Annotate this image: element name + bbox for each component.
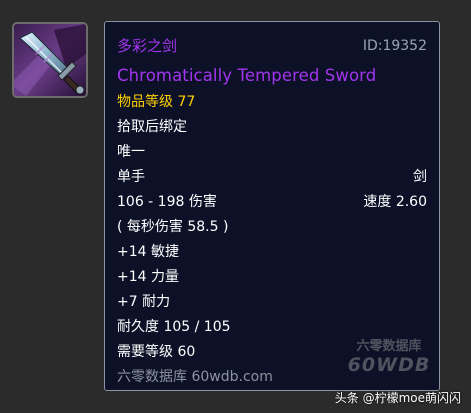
stat-row: +7 耐力 — [117, 290, 427, 315]
speed-text: 速度 2.60 — [363, 194, 427, 210]
required-level-text: 需要等级 60 — [117, 344, 196, 360]
item-name-en: Chromatically Tempered Sword — [117, 66, 377, 85]
damage-text: 106 - 198 伤害 — [117, 194, 217, 210]
watermark-cn: 六零数据库 — [356, 339, 422, 354]
item-level-row: 物品等级 77 — [117, 90, 427, 115]
watermark-en: 60WDB — [347, 353, 431, 376]
durability-row: 耐久度 105 / 105 — [117, 315, 427, 340]
stat-stamina: +7 耐力 — [117, 294, 171, 310]
slot-text: 单手 — [117, 169, 145, 185]
damage-row: 106 - 198 伤害 速度 2.60 — [117, 190, 427, 215]
item-icon[interactable] — [12, 22, 88, 98]
weapon-type: 剑 — [413, 169, 427, 185]
source-link[interactable]: 六零数据库 60wdb.com — [117, 365, 273, 390]
binding-row: 拾取后绑定 — [117, 115, 427, 140]
stat-strength: +14 力量 — [117, 269, 179, 285]
stat-agility: +14 敏捷 — [117, 244, 179, 260]
item-id: ID:19352 — [362, 38, 427, 54]
stat-row: +14 力量 — [117, 265, 427, 290]
watermark: 六零数据库 60WDB — [343, 339, 435, 377]
stat-row: +14 敏捷 — [117, 240, 427, 265]
title-row: 多彩之剑 ID:19352 — [117, 34, 427, 59]
dps-row: ( 每秒伤害 58.5 ) — [117, 215, 427, 240]
unique-text: 唯一 — [117, 144, 145, 160]
purple-sword-icon — [14, 24, 86, 96]
slot-row: 单手 剑 — [117, 165, 427, 190]
dps-text: ( 每秒伤害 58.5 ) — [117, 219, 229, 235]
name-en-row: Chromatically Tempered Sword — [117, 63, 427, 88]
item-tooltip: 多彩之剑 ID:19352 Chromatically Tempered Swo… — [104, 21, 440, 391]
credit-watermark: 头条 @柠檬moe萌闪闪 — [334, 391, 461, 405]
item-level: 物品等级 77 — [117, 94, 196, 110]
durability-text: 耐久度 105 / 105 — [117, 319, 231, 335]
item-name-cn: 多彩之剑 — [117, 37, 178, 55]
unique-row: 唯一 — [117, 140, 427, 165]
binding-text: 拾取后绑定 — [117, 119, 187, 135]
